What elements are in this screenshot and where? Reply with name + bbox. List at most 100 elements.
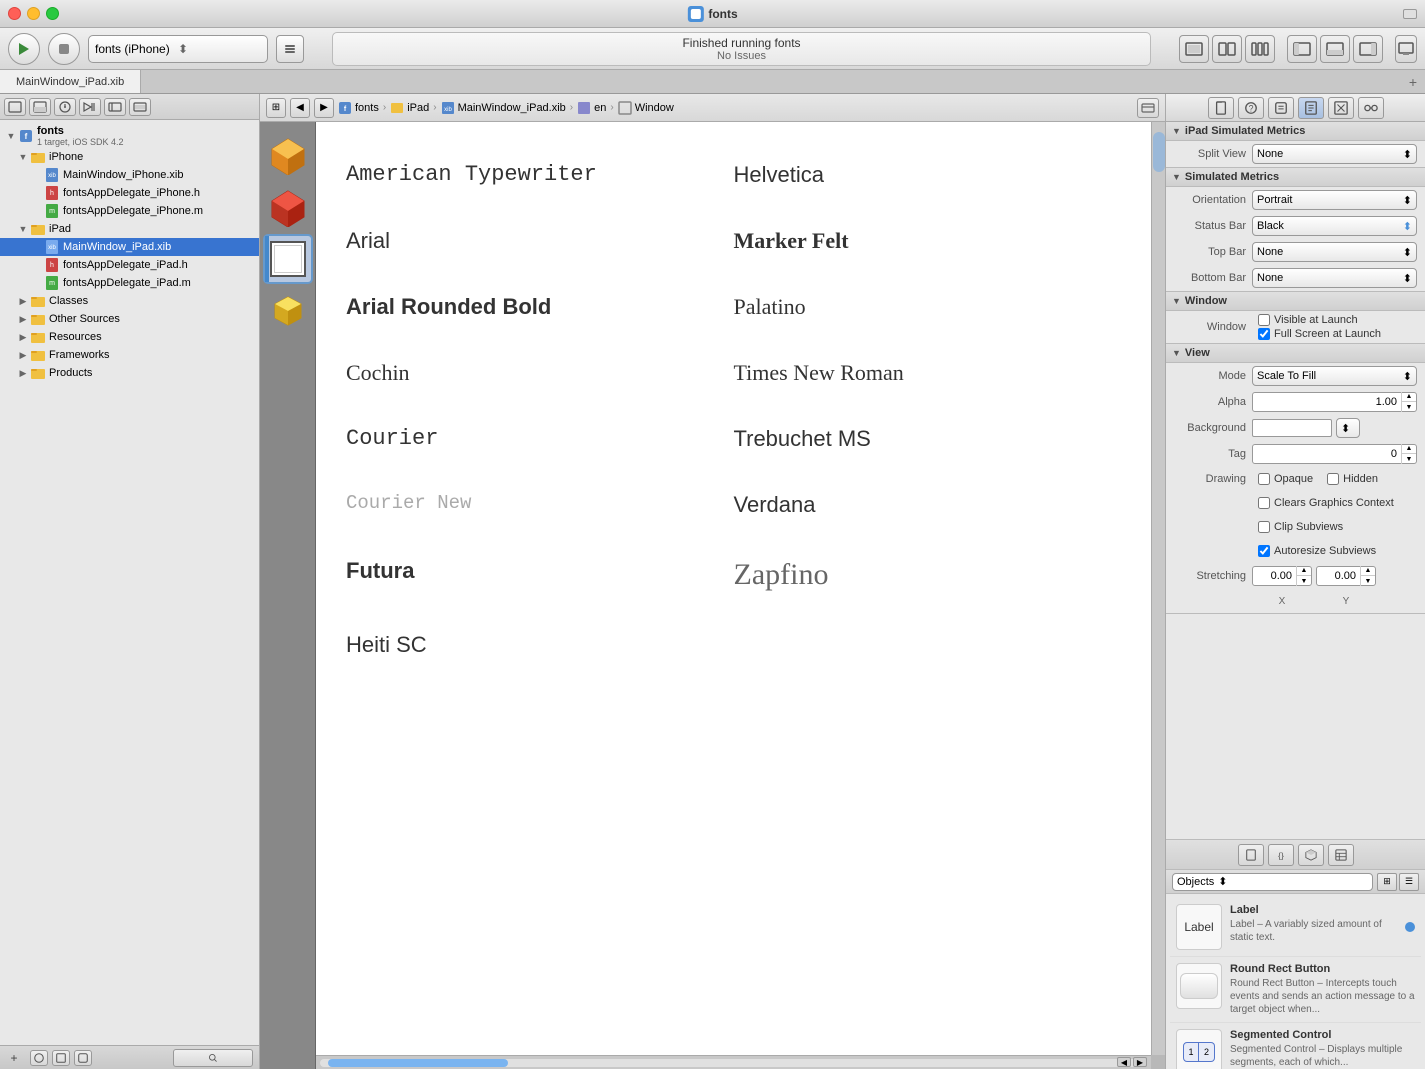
section-ipad-header[interactable]: ▼ iPad Simulated Metrics	[1166, 122, 1425, 141]
alpha-up[interactable]: ▲	[1402, 392, 1416, 402]
canvas-obj-1[interactable]	[265, 132, 311, 178]
sidebar-tb-btn-6[interactable]	[129, 98, 151, 116]
tag-stepper[interactable]: ▲ ▼	[1401, 444, 1416, 464]
scroll-right-btn[interactable]: ▶	[1133, 1057, 1147, 1067]
sidebar-item-other-sources[interactable]: ▶ Other Sources	[0, 310, 259, 328]
top-bar-select[interactable]: None ⬍	[1252, 242, 1417, 262]
add-item-button[interactable]: +	[6, 1050, 22, 1066]
stretch-y-up[interactable]: ▲	[1361, 566, 1375, 576]
minimize-button[interactable]	[27, 7, 40, 20]
canvas-forward-btn[interactable]: ▶	[314, 98, 334, 118]
hidden-checkbox[interactable]	[1327, 473, 1339, 485]
sidebar-item-mainwindow-iphone[interactable]: xib MainWindow_iPhone.xib	[0, 166, 259, 184]
crumb-window[interactable]: Window	[618, 101, 674, 115]
sidebar-item-products[interactable]: ▶ Products	[0, 364, 259, 382]
sidebar-item-delegate-ipad-h[interactable]: h fontsAppDelegate_iPad.h	[0, 256, 259, 274]
sidebar-search-btn[interactable]	[173, 1049, 253, 1067]
stretch-x-down[interactable]: ▼	[1297, 576, 1311, 586]
section-window-header[interactable]: ▼ Window	[1166, 292, 1425, 311]
alpha-down[interactable]: ▼	[1402, 402, 1416, 412]
stretch-x-up[interactable]: ▲	[1297, 566, 1311, 576]
sidebar-tb-btn-4[interactable]	[79, 98, 101, 116]
scheme-selector[interactable]: fonts (iPhone) ⬍	[88, 35, 268, 63]
sidebar-item-delegate-iphone-h[interactable]: h fontsAppDelegate_iPhone.h	[0, 184, 259, 202]
crumb-ipad[interactable]: iPad	[390, 101, 429, 115]
window-resize-icon[interactable]	[1403, 9, 1417, 19]
status-bar-select[interactable]: Black ⬍	[1252, 216, 1417, 236]
tag-down[interactable]: ▼	[1402, 454, 1416, 464]
maximize-button[interactable]	[46, 7, 59, 20]
tag-up[interactable]: ▲	[1402, 444, 1416, 454]
sidebar-item-classes[interactable]: ▶ Classes	[0, 292, 259, 310]
editor-btn-1[interactable]	[1179, 35, 1209, 63]
crumb-mainwindow[interactable]: xib MainWindow_iPad.xib	[441, 101, 566, 115]
crumb-en[interactable]: en	[577, 101, 606, 115]
stretch-x-stepper[interactable]: ▲ ▼	[1296, 566, 1311, 586]
editor-btn-2[interactable]	[1212, 35, 1242, 63]
insp-bottom-btn-file[interactable]	[1238, 844, 1264, 866]
scroll-left-btn[interactable]: ◀	[1117, 1057, 1131, 1067]
background-dropdown[interactable]: ⬍	[1336, 418, 1360, 438]
background-color-swatch[interactable]	[1252, 419, 1332, 437]
insp-btn-quick[interactable]: ?	[1238, 97, 1264, 119]
add-tab-button[interactable]: +	[1401, 70, 1425, 93]
sidebar-item-resources[interactable]: ▶ Resources	[0, 328, 259, 346]
insp-btn-connections[interactable]	[1358, 97, 1384, 119]
insp-btn-file[interactable]	[1208, 97, 1234, 119]
stretch-y-stepper[interactable]: ▲ ▼	[1360, 566, 1375, 586]
sidebar-item-iphone[interactable]: ▼ iPhone	[0, 148, 259, 166]
stretch-y-down[interactable]: ▼	[1361, 576, 1375, 586]
clears-graphics-checkbox[interactable]	[1258, 497, 1270, 509]
sidebar-item-frameworks[interactable]: ▶ Frameworks	[0, 346, 259, 364]
autoresize-subviews-checkbox[interactable]	[1258, 545, 1270, 557]
alpha-stepper[interactable]: ▲ ▼	[1401, 392, 1416, 412]
insp-btn-size[interactable]	[1328, 97, 1354, 119]
mode-select[interactable]: Scale To Fill ⬍	[1252, 366, 1417, 386]
stop-button[interactable]	[48, 33, 80, 65]
sidebar-item-delegate-ipad-m[interactable]: m fontsAppDelegate_iPad.m	[0, 274, 259, 292]
panel-btn-3[interactable]	[1353, 35, 1383, 63]
editor-btn-3[interactable]	[1245, 35, 1275, 63]
sidebar-tb-btn-5[interactable]	[104, 98, 126, 116]
split-view-select[interactable]: None ⬍	[1252, 144, 1417, 164]
insp-btn-attributes[interactable]	[1298, 97, 1324, 119]
canvas-obj-4[interactable]	[265, 288, 311, 334]
sidebar-bottom-btn-1[interactable]	[30, 1050, 48, 1066]
sidebar-item-ipad[interactable]: ▼ iPad	[0, 220, 259, 238]
section-simulated-header[interactable]: ▼ Simulated Metrics	[1166, 168, 1425, 187]
crumb-fonts[interactable]: f fonts	[338, 101, 379, 115]
canvas-collapse-btn[interactable]	[1137, 98, 1159, 118]
canvas-obj-2[interactable]	[265, 184, 311, 230]
opaque-checkbox[interactable]	[1258, 473, 1270, 485]
insp-bottom-btn-cube[interactable]	[1298, 844, 1324, 866]
sidebar-item-mainwindow-ipad[interactable]: xib MainWindow_iPad.xib	[0, 238, 259, 256]
insp-btn-identity[interactable]	[1268, 97, 1294, 119]
insp-bottom-btn-code[interactable]: {}	[1268, 844, 1294, 866]
run-button[interactable]	[8, 33, 40, 65]
full-screen-at-launch-checkbox[interactable]	[1258, 328, 1270, 340]
objects-dropdown[interactable]: Objects ⬍	[1172, 873, 1373, 891]
breakpoint-button[interactable]	[276, 35, 304, 63]
sidebar-tb-btn-3[interactable]	[54, 98, 76, 116]
clip-subviews-checkbox[interactable]	[1258, 521, 1270, 533]
panel-btn-2[interactable]	[1320, 35, 1350, 63]
sidebar-bottom-btn-2[interactable]	[52, 1050, 70, 1066]
canvas-vscrollbar[interactable]	[1151, 122, 1165, 1055]
sidebar-tb-btn-1[interactable]	[4, 98, 26, 116]
organizer-btn[interactable]	[1395, 35, 1417, 63]
bottom-bar-select[interactable]: None ⬍	[1252, 268, 1417, 288]
canvas-grid-toggle[interactable]: ⊞	[266, 98, 286, 118]
orientation-select[interactable]: Portrait ⬍	[1252, 190, 1417, 210]
canvas-back-btn[interactable]: ◀	[290, 98, 310, 118]
section-view-header[interactable]: ▼ View	[1166, 344, 1425, 363]
tab-mainwindow-ipad[interactable]: MainWindow_iPad.xib	[0, 70, 141, 93]
canvas-hscrollbar[interactable]	[316, 1055, 1151, 1069]
visible-at-launch-checkbox[interactable]	[1258, 314, 1270, 326]
close-button[interactable]	[8, 7, 21, 20]
objects-grid-view-btn[interactable]: ⊞	[1377, 873, 1397, 891]
sidebar-bottom-btn-3[interactable]	[74, 1050, 92, 1066]
sidebar-item-delegate-iphone-m[interactable]: m fontsAppDelegate_iPhone.m	[0, 202, 259, 220]
panel-btn-1[interactable]	[1287, 35, 1317, 63]
insp-bottom-btn-table[interactable]	[1328, 844, 1354, 866]
tree-root-fonts[interactable]: ▼ f fonts 1 target, iOS SDK 4.2	[0, 124, 259, 148]
